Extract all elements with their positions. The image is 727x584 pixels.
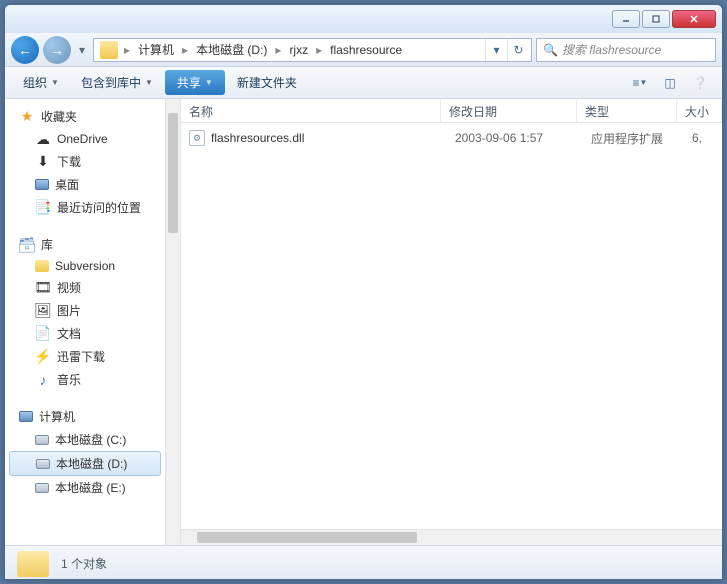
column-headers: 名称 修改日期 类型 大小	[181, 99, 722, 123]
sidebar-item-videos[interactable]: 🎞视频	[5, 276, 165, 299]
nav-history-dropdown[interactable]: ▾	[75, 40, 89, 60]
computer-icon	[19, 411, 33, 422]
file-name: flashresources.dll	[211, 131, 455, 145]
sidebar-item-drive-c[interactable]: 本地磁盘 (C:)	[5, 428, 165, 451]
search-icon: 🔍	[543, 43, 558, 57]
toolbar: 组织▼ 包含到库中▼ 共享▼ 新建文件夹 ≡ ▼ ◫ ❔	[5, 67, 722, 99]
organize-button[interactable]: 组织▼	[13, 70, 69, 95]
drive-icon	[35, 435, 49, 445]
column-name[interactable]: 名称	[181, 99, 441, 122]
maximize-button[interactable]	[642, 10, 670, 28]
view-options-button[interactable]: ≡ ▼	[628, 72, 652, 94]
onedrive-icon: ☁	[35, 131, 51, 147]
column-size[interactable]: 大小	[677, 99, 722, 122]
file-date: 2003-09-06 1:57	[455, 131, 591, 145]
explorer-window: ← → ▾ ▸ 计算机 ▸ 本地磁盘 (D:) ▸ rjxz ▸ flashre…	[4, 4, 723, 580]
sidebar-item-desktop[interactable]: 桌面	[5, 173, 165, 196]
include-in-library-button[interactable]: 包含到库中▼	[71, 70, 163, 95]
sidebar-libraries-header[interactable]: 🗃库	[5, 233, 165, 256]
status-text: 1 个对象	[61, 555, 107, 572]
file-row[interactable]: ⚙ flashresources.dll 2003-09-06 1:57 应用程…	[181, 127, 722, 149]
chevron-right-icon[interactable]: ▸	[314, 43, 324, 57]
chevron-right-icon[interactable]: ▸	[273, 43, 283, 57]
folder-icon	[100, 41, 118, 59]
forward-button[interactable]: →	[43, 36, 71, 64]
file-size: 6,	[691, 131, 714, 145]
file-type: 应用程序扩展	[591, 130, 691, 147]
breadcrumb-item[interactable]: 本地磁盘 (D:)	[190, 39, 273, 61]
breadcrumb[interactable]: ▸ 计算机 ▸ 本地磁盘 (D:) ▸ rjxz ▸ flashresource…	[93, 38, 532, 62]
back-button[interactable]: ←	[11, 36, 39, 64]
sidebar-favorites-header[interactable]: ★收藏夹	[5, 105, 165, 128]
breadcrumb-dropdown[interactable]: ▾	[485, 39, 507, 61]
file-list-body[interactable]: ⚙ flashresources.dll 2003-09-06 1:57 应用程…	[181, 123, 722, 529]
sidebar-item-downloads[interactable]: ⬇下载	[5, 150, 165, 173]
content-area: ★收藏夹 ☁OneDrive ⬇下载 桌面 📑最近访问的位置 🗃库 Subver…	[5, 99, 722, 545]
sidebar-computer-header[interactable]: 计算机	[5, 405, 165, 428]
horizontal-scrollbar[interactable]	[181, 529, 722, 545]
desktop-icon	[35, 179, 49, 190]
sidebar-item-drive-e[interactable]: 本地磁盘 (E:)	[5, 476, 165, 499]
chevron-right-icon[interactable]: ▸	[122, 43, 132, 57]
music-icon: ♪	[35, 372, 51, 388]
video-icon: 🎞	[35, 280, 51, 296]
refresh-button[interactable]: ↻	[507, 39, 529, 61]
new-folder-button[interactable]: 新建文件夹	[227, 70, 307, 95]
close-button[interactable]	[672, 10, 716, 28]
breadcrumb-item[interactable]: 计算机	[132, 39, 180, 61]
sidebar-item-documents[interactable]: 📄文档	[5, 322, 165, 345]
document-icon: 📄	[35, 326, 51, 342]
chevron-right-icon[interactable]: ▸	[180, 43, 190, 57]
file-list: 名称 修改日期 类型 大小 ⚙ flashresources.dll 2003-…	[180, 99, 722, 545]
sidebar-item-thunder[interactable]: ⚡迅雷下载	[5, 345, 165, 368]
thunder-icon: ⚡	[35, 349, 51, 365]
search-input[interactable]: 🔍 搜索 flashresource	[536, 38, 716, 62]
help-button[interactable]: ❔	[688, 72, 712, 94]
search-placeholder: 搜索 flashresource	[562, 41, 661, 58]
downloads-icon: ⬇	[35, 154, 51, 170]
breadcrumb-item[interactable]: rjxz	[283, 39, 314, 61]
recent-icon: 📑	[35, 200, 51, 216]
minimize-button[interactable]	[612, 10, 640, 28]
library-icon: 🗃	[19, 237, 35, 253]
sidebar-item-music[interactable]: ♪音乐	[5, 368, 165, 391]
sidebar-item-subversion[interactable]: Subversion	[5, 256, 165, 276]
sidebar-scrollbar[interactable]	[165, 99, 180, 545]
drive-icon	[35, 483, 49, 493]
column-date[interactable]: 修改日期	[441, 99, 577, 122]
sidebar-item-onedrive[interactable]: ☁OneDrive	[5, 128, 165, 150]
drive-icon	[36, 459, 50, 469]
sidebar-item-drive-d[interactable]: 本地磁盘 (D:)	[9, 451, 161, 476]
folder-icon	[17, 551, 49, 577]
breadcrumb-item[interactable]: flashresource	[324, 39, 408, 61]
navbar: ← → ▾ ▸ 计算机 ▸ 本地磁盘 (D:) ▸ rjxz ▸ flashre…	[5, 33, 722, 67]
folder-icon	[35, 260, 49, 272]
share-button[interactable]: 共享▼	[165, 70, 225, 95]
picture-icon: 🖼	[35, 303, 51, 319]
sidebar: ★收藏夹 ☁OneDrive ⬇下载 桌面 📑最近访问的位置 🗃库 Subver…	[5, 99, 180, 545]
star-icon: ★	[19, 109, 35, 125]
preview-pane-button[interactable]: ◫	[658, 72, 682, 94]
sidebar-item-pictures[interactable]: 🖼图片	[5, 299, 165, 322]
column-type[interactable]: 类型	[577, 99, 677, 122]
dll-icon: ⚙	[189, 130, 205, 146]
statusbar: 1 个对象	[5, 545, 722, 580]
titlebar	[5, 5, 722, 33]
sidebar-item-recent[interactable]: 📑最近访问的位置	[5, 196, 165, 219]
